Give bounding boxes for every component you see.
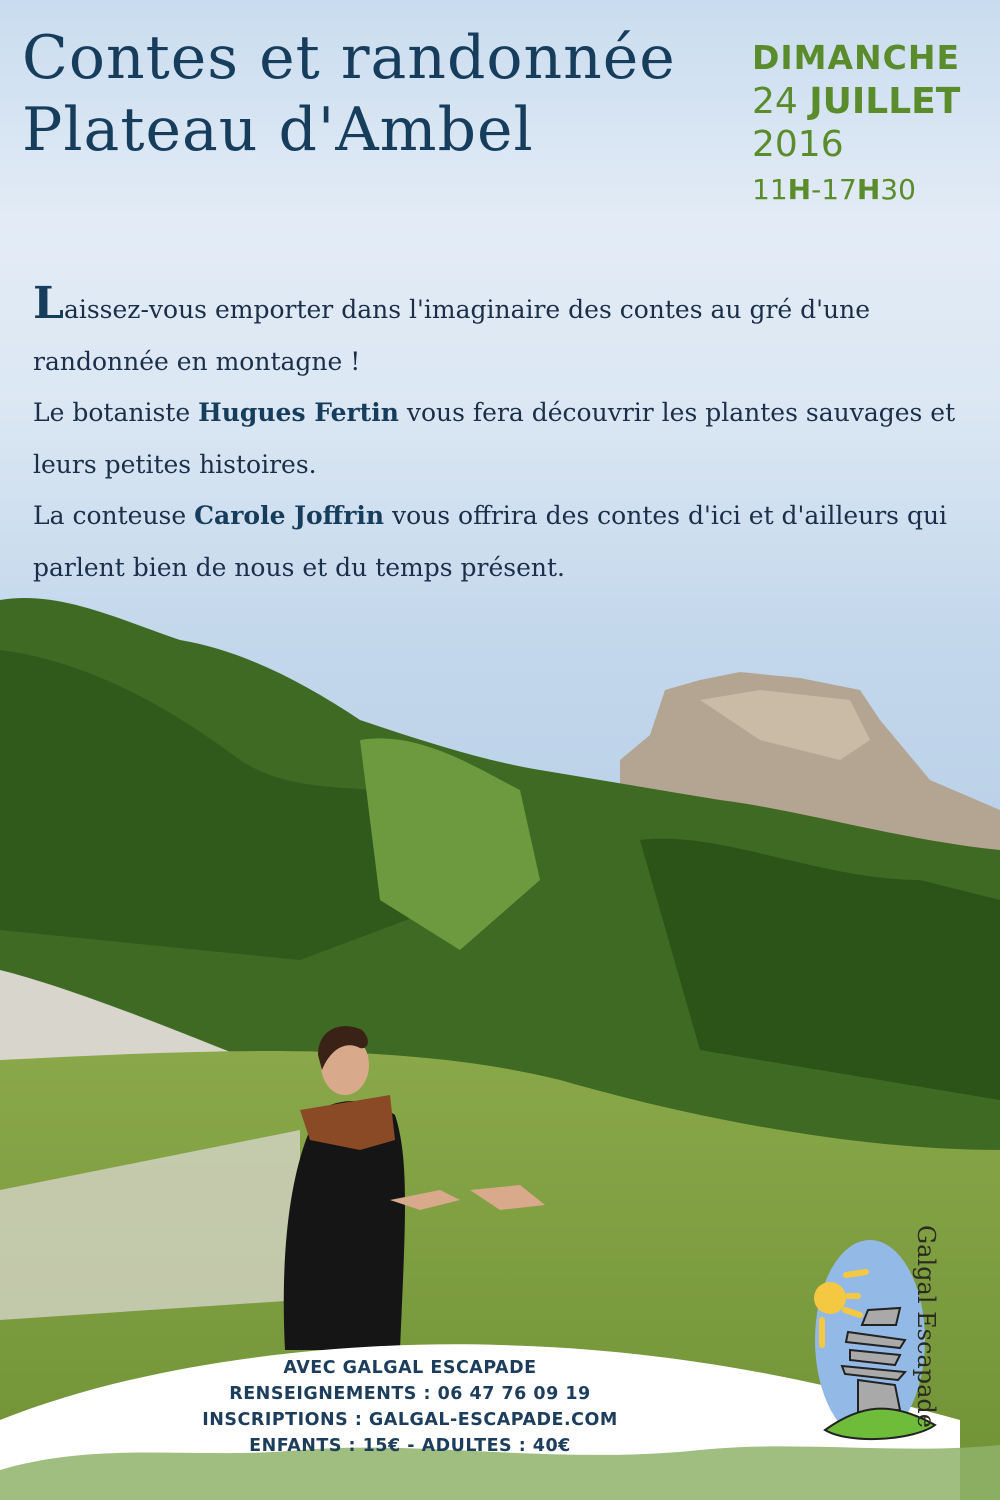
logo-text: Galgal Escapade bbox=[912, 1225, 940, 1428]
date-year: 2016 bbox=[752, 124, 844, 165]
date-day-month: 24 JUILLET bbox=[752, 81, 960, 122]
event-time: 11H-17H30 bbox=[752, 173, 960, 206]
time-h: H bbox=[856, 173, 881, 206]
time-end-hour: 17 bbox=[821, 173, 857, 206]
event-date: DIMANCHE 24 JUILLET 2016 11H-17H30 bbox=[752, 38, 960, 206]
title-line-2: Plateau d'Ambel bbox=[22, 95, 534, 165]
description-p3: La conteuse bbox=[33, 501, 195, 530]
date-day: DIMANCHE bbox=[752, 38, 961, 77]
title-line-1: Contes et randonnée bbox=[22, 23, 676, 93]
time-h: H bbox=[787, 173, 812, 206]
event-title: Contes et randonnée Plateau d'Ambel bbox=[22, 22, 676, 166]
landscape-photo bbox=[0, 598, 1000, 1500]
time-sep: - bbox=[811, 173, 822, 206]
registration-line: INSCRIPTIONS : GALGAL-ESCAPADE.COM bbox=[202, 1410, 618, 1430]
botanist-name: Hugues Fertin bbox=[198, 398, 399, 427]
date-day-number: 24 bbox=[752, 81, 798, 122]
time-start-hour: 11 bbox=[752, 173, 788, 206]
time-end-minutes: 30 bbox=[880, 173, 916, 206]
sun-icon bbox=[814, 1282, 846, 1314]
organizer-line: AVEC GALGAL ESCAPADE bbox=[283, 1358, 537, 1378]
description-p2: Le botaniste bbox=[33, 398, 199, 427]
date-month: JUILLET bbox=[809, 81, 961, 122]
phone-line: RENSEIGNEMENTS : 06 47 76 09 19 bbox=[229, 1384, 591, 1404]
description-p1: aissez-vous emporter dans l'imaginaire d… bbox=[33, 295, 871, 376]
storyteller-name: Carole Joffrin bbox=[194, 501, 385, 530]
event-description: Laissez-vous emporter dans l'imaginaire … bbox=[33, 278, 983, 593]
drop-cap: L bbox=[33, 278, 64, 329]
event-info-footer: AVEC GALGAL ESCAPADE RENSEIGNEMENTS : 06… bbox=[90, 1355, 730, 1459]
price-line: ENFANTS : 15€ - ADULTES : 40€ bbox=[249, 1436, 571, 1456]
